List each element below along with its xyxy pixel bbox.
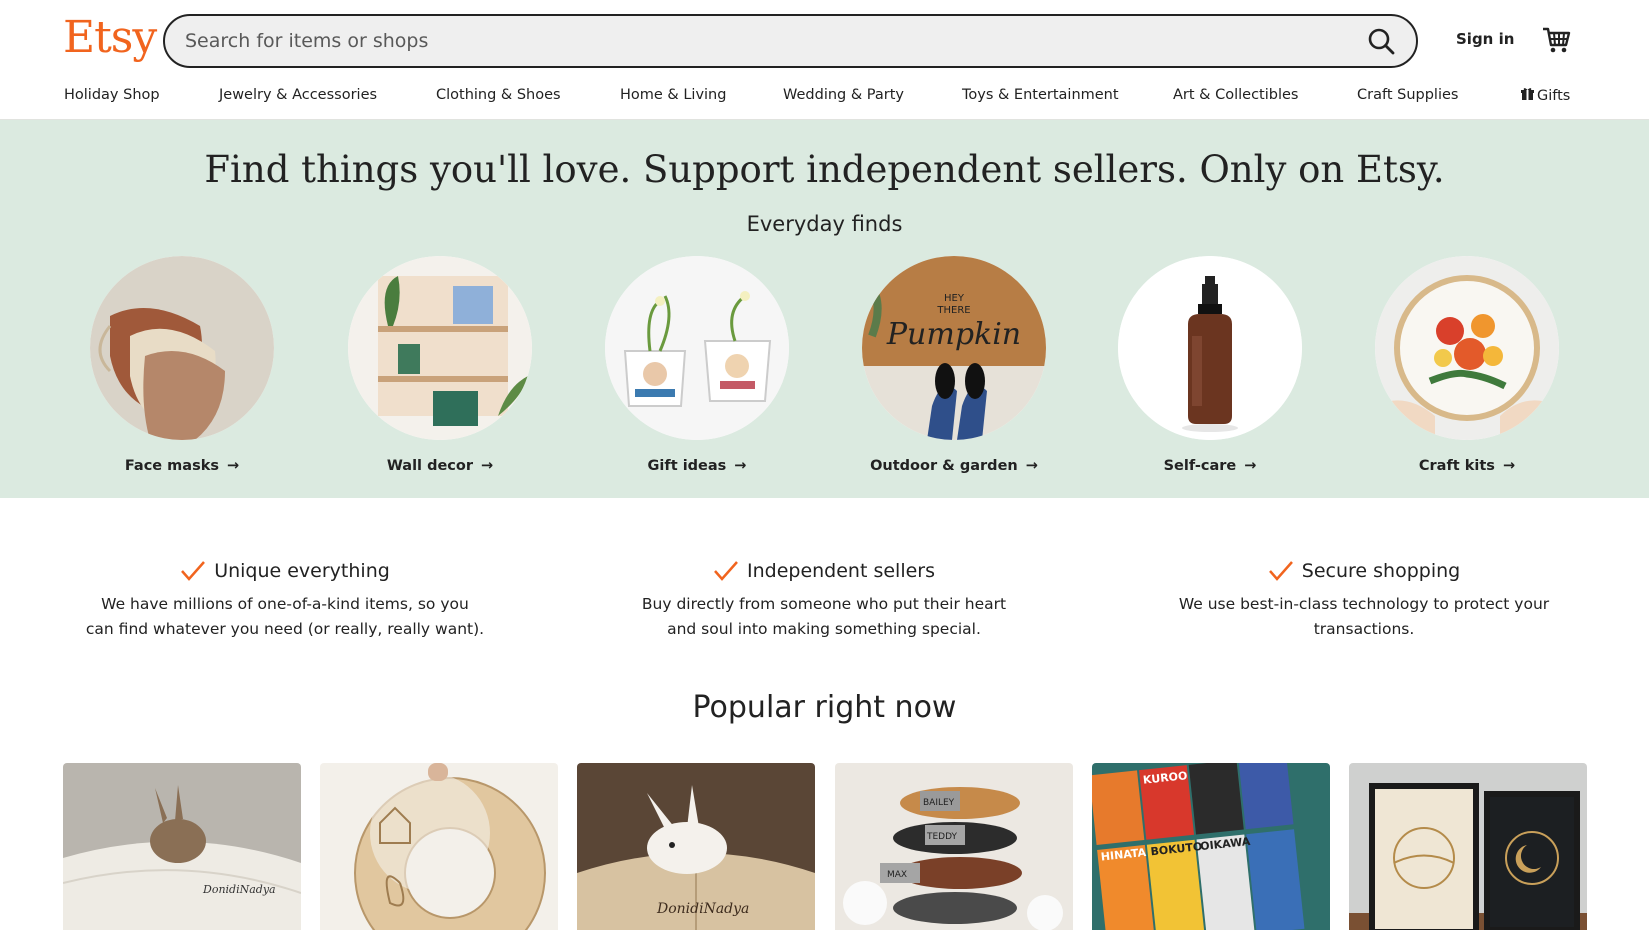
outdoor-garden-image: HEY THERE Pumpkin xyxy=(862,256,1046,440)
listing-card[interactable] xyxy=(1349,763,1587,930)
nav-toys-entertainment[interactable]: Toys & Entertainment xyxy=(962,87,1119,103)
wall-decor-label: Wall decor xyxy=(386,458,473,474)
cart-button[interactable] xyxy=(1541,24,1573,56)
checkmark-icon xyxy=(1268,561,1293,581)
self-care-label: Self-care xyxy=(1163,458,1237,474)
feature-desc-line: We have millions of one-of-a-kind items,… xyxy=(101,595,469,613)
popular-listings: DonidiNadya DonidiNadya BAILEY TEDDY MAX… xyxy=(0,763,1649,930)
outdoor-garden-label: Outdoor & garden xyxy=(870,458,1018,474)
listing-tag: BAILEY xyxy=(923,798,955,808)
wall-decor-image xyxy=(348,256,532,440)
category-wall-decor[interactable]: Wall decor → xyxy=(348,256,532,474)
feature-unique-everything: Unique everything We have millions of on… xyxy=(85,560,485,642)
search-icon xyxy=(1368,28,1395,55)
feature-desc-line: Buy directly from someone who put their … xyxy=(641,595,1007,613)
feature-independent-sellers: Independent sellers Buy directly from so… xyxy=(624,560,1024,642)
face-masks-image xyxy=(90,256,274,440)
feature-title: Secure shopping xyxy=(1301,560,1461,582)
category-outdoor-garden[interactable]: HEY THERE Pumpkin Outdoor & garden → xyxy=(862,256,1046,474)
listing-image: HINATA KUROO BOKUTO OIKAWA xyxy=(1092,763,1330,930)
arrow-right-icon: → xyxy=(1244,458,1257,474)
listing-card[interactable] xyxy=(320,763,558,930)
listing-watermark: DonidiNadya xyxy=(202,883,276,896)
cart-icon xyxy=(1543,27,1571,53)
arrow-right-icon: → xyxy=(481,458,494,474)
nav-home-living[interactable]: Home & Living xyxy=(620,87,726,103)
face-masks-label: Face masks xyxy=(124,458,219,474)
nav-jewelry-accessories[interactable]: Jewelry & Accessories xyxy=(219,87,377,103)
listing-card[interactable]: DonidiNadya xyxy=(63,763,301,930)
nav-holiday-shop[interactable]: Holiday Shop xyxy=(64,87,160,103)
search-button[interactable] xyxy=(1366,26,1398,58)
arrow-right-icon: → xyxy=(226,458,240,474)
feature-desc-line: can find whatever you need (or really, r… xyxy=(85,620,485,638)
popular-heading: Popular right now xyxy=(692,690,957,725)
svg-text:Pumpkin: Pumpkin xyxy=(886,317,1021,352)
craft-kits-label: Craft kits xyxy=(1418,458,1495,474)
etsy-logo[interactable]: Etsy xyxy=(63,12,157,63)
nav-wedding-party[interactable]: Wedding & Party xyxy=(783,87,904,103)
nav-gifts[interactable]: Gifts xyxy=(1521,87,1570,104)
checkmark-icon xyxy=(714,561,738,581)
arrow-right-icon: → xyxy=(734,458,747,474)
listing-card[interactable]: HINATA KUROO BOKUTO OIKAWA xyxy=(1092,763,1330,930)
hero-title: Find things you'll love. Support indepen… xyxy=(204,148,1445,191)
checkmark-icon xyxy=(181,561,206,581)
nav-clothing-shoes[interactable]: Clothing & Shoes xyxy=(436,87,561,103)
category-gift-ideas[interactable]: Gift ideas → xyxy=(605,256,789,474)
category-self-care[interactable]: Self-care → xyxy=(1118,256,1302,474)
listing-card[interactable]: BAILEY TEDDY MAX xyxy=(835,763,1073,930)
arrow-right-icon: → xyxy=(1502,458,1516,474)
listing-image: DonidiNadya xyxy=(63,763,301,930)
listing-image: BAILEY TEDDY MAX xyxy=(835,763,1073,930)
feature-desc-line: transactions. xyxy=(1313,620,1415,638)
listing-watermark: DonidiNadya xyxy=(656,901,749,917)
search-input[interactable] xyxy=(185,28,1315,54)
svg-text:HEY: HEY xyxy=(944,293,965,304)
listing-image: DonidiNadya xyxy=(577,763,815,930)
nav-gifts-label: Gifts xyxy=(1537,88,1571,104)
feature-desc-line: and soul into making something special. xyxy=(667,620,981,638)
everyday-finds-heading: Everyday finds xyxy=(746,212,903,236)
svg-text:THERE: THERE xyxy=(936,305,970,316)
listing-image xyxy=(320,763,558,930)
category-face-masks[interactable]: Face masks → xyxy=(90,256,274,474)
self-care-image xyxy=(1118,256,1302,440)
nav-art-collectibles[interactable]: Art & Collectibles xyxy=(1173,87,1298,103)
search-bar[interactable] xyxy=(163,14,1418,68)
listing-tag: MAX xyxy=(887,870,907,880)
feature-title: Unique everything xyxy=(214,560,390,582)
craft-kits-image xyxy=(1375,256,1559,440)
gift-ideas-image xyxy=(605,256,789,440)
listing-card[interactable]: DonidiNadya xyxy=(577,763,815,930)
arrow-right-icon: → xyxy=(1025,458,1038,474)
feature-desc-line: We use best-in-class technology to prote… xyxy=(1178,595,1550,613)
feature-secure-shopping: Secure shopping We use best-in-class tec… xyxy=(1164,560,1564,642)
feature-title: Independent sellers xyxy=(746,560,935,582)
nav-craft-supplies[interactable]: Craft Supplies xyxy=(1357,87,1458,103)
category-craft-kits[interactable]: Craft kits → xyxy=(1375,256,1559,474)
listing-image xyxy=(1349,763,1587,930)
gift-ideas-label: Gift ideas xyxy=(647,458,727,474)
category-nav: Holiday Shop Jewelry & Accessories Cloth… xyxy=(0,87,1649,107)
hero-section: Find things you'll love. Support indepen… xyxy=(0,120,1649,498)
listing-tag: TEDDY xyxy=(926,832,958,842)
sign-in-link[interactable]: Sign in xyxy=(1456,30,1514,48)
gift-icon xyxy=(1521,88,1534,100)
site-header: Etsy Sign in Holiday Shop Jewelry & Acce… xyxy=(0,0,1649,120)
